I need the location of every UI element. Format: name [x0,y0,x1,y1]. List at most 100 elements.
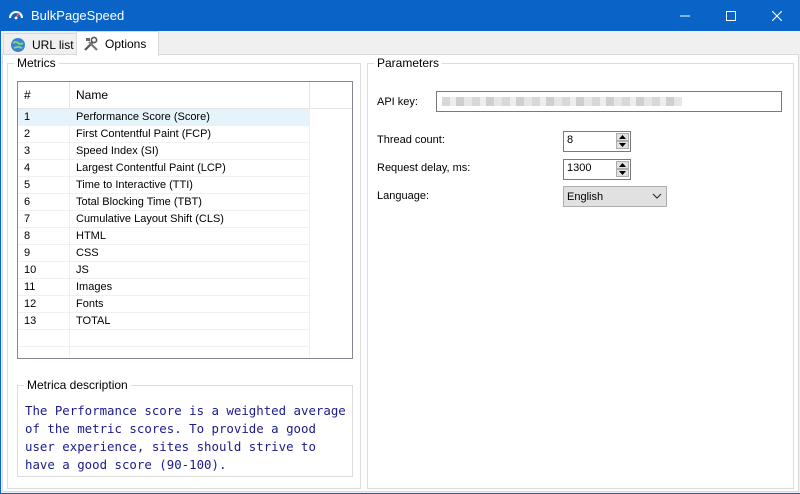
row-divider [18,210,310,211]
request-delay-label: Request delay, ms: [377,162,471,174]
row-divider [18,142,310,143]
title-bar: BulkPageSpeed [0,0,800,31]
row-number: 5 [24,179,31,191]
row-divider [18,278,310,279]
row-divider [18,295,310,296]
row-number: 7 [24,213,31,225]
close-icon [772,10,782,21]
row-number: 1 [24,111,31,123]
arrow-up-icon [619,163,626,167]
table-row[interactable]: 6 Total Blocking Time (TBT) [18,194,310,211]
parameters-group: Parameters [367,56,794,489]
request-delay-stepper[interactable]: 1300 [563,159,631,180]
metrics-group-title: Metrics [14,56,59,70]
table-row[interactable]: 3 Speed Index (SI) [18,143,310,160]
minimize-icon [680,15,690,16]
table-row[interactable]: 7 Cumulative Layout Shift (CLS) [18,211,310,228]
table-row[interactable]: 8 HTML [18,228,310,245]
globe-icon [11,38,25,52]
thread-count-down-button[interactable] [616,141,629,149]
tab-options-label: Options [105,37,147,51]
table-row[interactable]: 2 First Contentful Paint (FCP) [18,126,310,143]
row-number: 12 [24,298,37,310]
tab-url-list-label: URL list [32,38,74,52]
row-number: 8 [24,230,31,242]
tab-options[interactable]: Options [76,31,159,56]
column-header-name[interactable]: Name [70,82,310,108]
row-name: CSS [76,247,99,259]
table-row[interactable]: 4 Largest Contentful Paint (LCP) [18,160,310,177]
row-divider [18,176,310,177]
language-value: English [567,191,604,203]
request-delay-up-button[interactable] [616,161,629,169]
chevron-down-icon [652,193,662,199]
row-number: 2 [24,128,31,140]
metrica-description-group: Metrica description The Performance scor… [17,378,353,477]
row-name: First Contentful Paint (FCP) [76,128,212,140]
close-button[interactable] [754,0,800,31]
row-divider [18,227,310,228]
column-header-number[interactable]: # [18,82,70,108]
api-key-label: API key: [377,96,418,108]
row-name: Speed Index (SI) [76,145,159,157]
thread-count-stepper[interactable]: 8 [563,131,631,152]
window-title: BulkPageSpeed [31,8,125,23]
row-number: 9 [24,247,31,259]
row-divider [18,261,310,262]
api-key-field[interactable] [436,91,782,112]
row-name: Cumulative Layout Shift (CLS) [76,213,224,225]
tools-icon [84,36,98,51]
table-header: # Name [18,82,352,109]
row-name: Time to Interactive (TTI) [76,179,193,191]
column-divider [309,108,310,358]
row-number: 6 [24,196,31,208]
row-number: 3 [24,145,31,157]
arrow-down-icon [619,171,626,175]
row-divider [18,159,310,160]
row-divider [18,244,310,245]
tab-url-list[interactable]: URL list [3,33,77,56]
row-name: Largest Contentful Paint (LCP) [76,162,226,174]
arrow-up-icon [619,135,626,139]
thread-count-value: 8 [567,134,574,146]
row-number: 10 [24,264,37,276]
table-row[interactable]: 5 Time to Interactive (TTI) [18,177,310,194]
api-key-redacted-value [442,97,682,106]
row-number: 13 [24,315,37,327]
row-divider [18,312,310,313]
thread-count-label: Thread count: [377,134,445,146]
table-row[interactable]: 1 Performance Score (Score) [18,109,310,126]
row-divider [18,125,310,126]
metrica-description-text: The Performance score is a weighted aver… [25,403,346,472]
row-name: Total Blocking Time (TBT) [76,196,202,208]
row-name: Images [76,281,113,293]
column-divider [69,108,70,358]
language-label: Language: [377,190,429,202]
speedometer-icon [9,11,23,20]
row-name: Fonts [76,298,104,310]
table-row[interactable]: 13 TOTAL [18,313,310,330]
table-row[interactable]: 12 Fonts [18,296,310,313]
arrow-down-icon [619,143,626,147]
request-delay-value: 1300 [567,162,592,174]
row-name: HTML [76,230,106,242]
minimize-button[interactable] [662,0,708,31]
row-divider [18,193,310,194]
row-number: 11 [24,281,36,293]
row-divider [18,329,310,330]
row-divider [18,346,310,347]
language-select[interactable]: English [563,186,667,207]
table-row[interactable]: 11 Images [18,279,310,296]
row-name: JS [76,264,89,276]
table-row[interactable]: 10 JS [18,262,310,279]
maximize-button[interactable] [708,0,754,31]
row-number: 4 [24,162,31,174]
maximize-icon [726,10,736,21]
table-row[interactable]: 9 CSS [18,245,310,262]
metrics-table[interactable]: # Name 1 Performance Score (Score) 2 First … [17,81,353,359]
row-name: TOTAL [76,315,111,327]
thread-count-up-button[interactable] [616,133,629,141]
parameters-group-title: Parameters [374,56,443,70]
description-group-title: Metrica description [24,378,131,392]
request-delay-down-button[interactable] [616,169,629,177]
